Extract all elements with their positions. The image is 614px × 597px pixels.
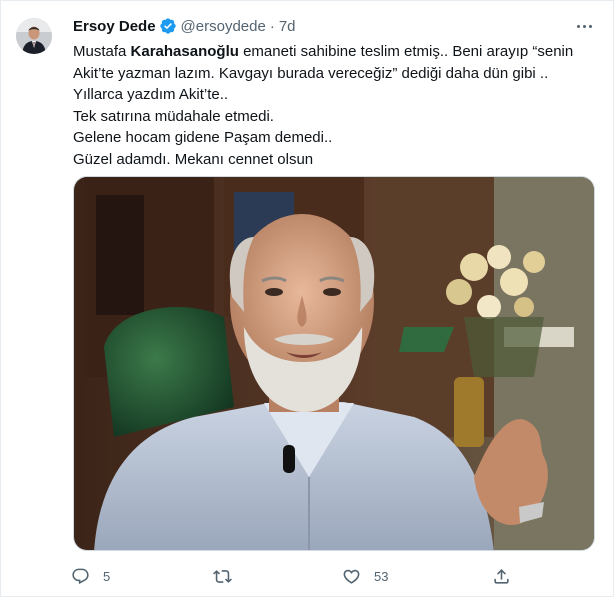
user-handle[interactable]: @ersoydede (181, 18, 266, 35)
timestamp[interactable]: 7d (279, 18, 296, 35)
tweet-text: Mustafa Karahasanoğlu emaneti sahibine t… (73, 41, 599, 170)
retweet-button[interactable] (213, 565, 245, 587)
tweet-actions: 5 53 (71, 565, 511, 587)
tweet-header: Ersoy Dede @ersoydede · 7d (73, 16, 296, 36)
like-count: 53 (374, 568, 389, 584)
heart-icon (343, 569, 360, 584)
avatar-image (16, 18, 52, 54)
share-icon (494, 568, 509, 584)
separator-dot: · (269, 17, 275, 35)
tweet-text-line: Tek satırına müdahale etmedi. (73, 107, 274, 125)
reply-button[interactable]: 5 (71, 565, 110, 587)
like-button[interactable]: 53 (342, 565, 388, 587)
reply-icon (72, 568, 89, 584)
display-name[interactable]: Ersoy Dede (73, 18, 156, 35)
retweet-icon (213, 569, 232, 583)
reply-count: 5 (103, 568, 111, 584)
tweet-text-line: Gelene hocam gidene Paşam demedi.. (73, 129, 333, 146)
more-dots-icon[interactable] (573, 17, 595, 35)
verified-badge-icon (159, 17, 177, 35)
avatar[interactable] (16, 18, 52, 54)
tweet-card[interactable]: Ersoy Dede @ersoydede · 7d Mustafa Karah… (0, 0, 614, 597)
tweet-text-line: Güzel adamdı. Mekanı cennet olsun (73, 150, 314, 168)
share-button[interactable] (492, 565, 524, 587)
tweet-photo[interactable] (73, 176, 595, 551)
tweet-text-line: Akit’te yazman lazım. Kavgayı burada ver… (73, 64, 549, 82)
tweet-text-line: Yıllarca yazdım Akit’te.. (73, 86, 229, 103)
tweet-text-line: Mustafa Karahasanoğlu emaneti sahibine t… (73, 43, 574, 60)
